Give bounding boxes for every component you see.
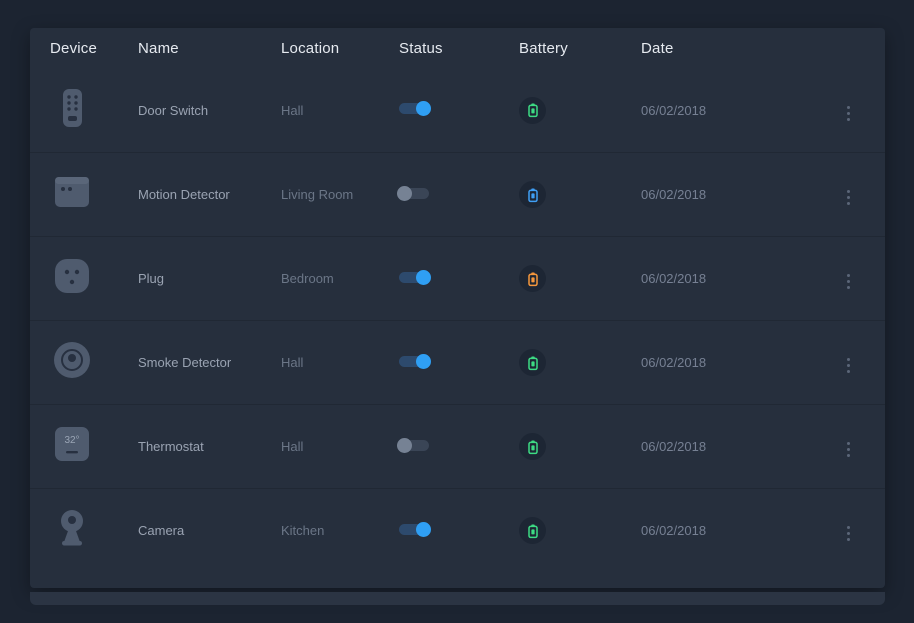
table-row: Camera Kitchen 06/02/2018 [30,488,885,572]
status-toggle[interactable] [399,356,429,367]
device-name: Camera [138,523,281,538]
table-row: 32° Thermostat Hall 06/02/2018 [30,404,885,488]
status-toggle[interactable] [399,440,429,451]
thermostat-icon: 32° [50,422,94,466]
device-location: Hall [281,355,399,370]
battery-indicator [519,349,546,376]
device-location: Hall [281,439,399,454]
device-name: Smoke Detector [138,355,281,370]
toggle-knob [416,101,431,116]
battery-indicator [519,433,546,460]
device-name: Plug [138,271,281,286]
row-menu-button[interactable] [841,354,856,377]
row-menu-button[interactable] [841,270,856,293]
toggle-knob [397,186,412,201]
device-date: 06/02/2018 [641,355,841,370]
table-row: Plug Bedroom 06/02/2018 [30,236,885,320]
table-body: Door Switch Hall 06/02/2018 Motion Detec… [30,68,885,572]
toggle-knob [416,270,431,285]
device-location: Hall [281,103,399,118]
column-header-date: Date [641,40,841,57]
status-toggle[interactable] [399,272,429,283]
table-row: Motion Detector Living Room 06/02/2018 [30,152,885,236]
column-header-battery: Battery [519,40,641,57]
device-name: Door Switch [138,103,281,118]
battery-indicator [519,97,546,124]
toggle-knob [416,354,431,369]
column-header-location: Location [281,40,399,57]
table-row: Door Switch Hall 06/02/2018 [30,68,885,152]
column-header-name: Name [138,40,281,57]
column-header-device: Device [50,40,138,57]
device-table-card: Device Name Location Status Battery Date… [30,28,885,588]
status-toggle[interactable] [399,188,429,199]
device-name: Thermostat [138,439,281,454]
device-location: Bedroom [281,271,399,286]
plug-icon [50,254,94,298]
battery-indicator [519,181,546,208]
device-location: Kitchen [281,523,399,538]
row-menu-button[interactable] [841,186,856,209]
toggle-knob [416,522,431,537]
remote-icon [50,86,94,130]
status-toggle[interactable] [399,103,429,114]
column-header-status: Status [399,40,519,57]
device-date: 06/02/2018 [641,187,841,202]
device-date: 06/02/2018 [641,103,841,118]
device-name: Motion Detector [138,187,281,202]
battery-indicator [519,265,546,292]
device-date: 06/02/2018 [641,271,841,286]
card-stack-footer [30,592,885,605]
camera-icon [50,506,94,550]
motion-detector-icon [50,170,94,214]
status-toggle[interactable] [399,524,429,535]
row-menu-button[interactable] [841,102,856,125]
svg-text:32°: 32° [64,435,79,446]
row-menu-button[interactable] [841,438,856,461]
table-header: Device Name Location Status Battery Date [30,28,885,68]
battery-indicator [519,517,546,544]
table-row: Smoke Detector Hall 06/02/2018 [30,320,885,404]
row-menu-button[interactable] [841,522,856,545]
device-date: 06/02/2018 [641,439,841,454]
device-location: Living Room [281,187,399,202]
device-date: 06/02/2018 [641,523,841,538]
smoke-detector-icon [50,338,94,382]
toggle-knob [397,438,412,453]
